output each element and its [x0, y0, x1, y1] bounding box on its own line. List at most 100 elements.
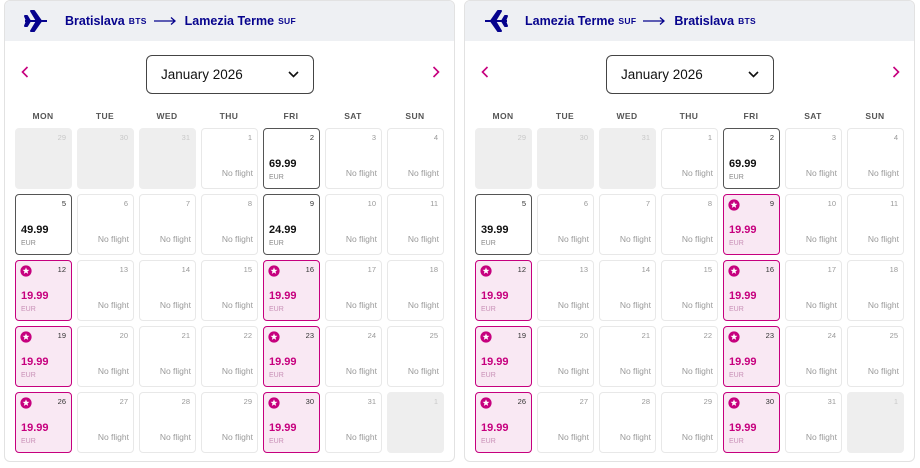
calendar-day: 8 No flight [661, 194, 718, 255]
day-number: 28 [181, 397, 190, 406]
chevron-down-icon [288, 71, 299, 78]
no-flight-label: No flight [345, 234, 377, 244]
day-number: 12 [57, 265, 66, 274]
day-number: 30 [579, 133, 588, 142]
calendar-day-outside-month: 1 [847, 392, 904, 453]
calendar-day[interactable]: 12 19.99 EUR [475, 260, 532, 321]
no-flight-label: No flight [867, 366, 899, 376]
day-number: 30 [305, 397, 314, 406]
fare-currency: EUR [729, 174, 744, 181]
calendar-day[interactable]: 19 19.99 EUR [15, 326, 72, 387]
day-number: 29 [517, 133, 526, 142]
month-select-value: January 2026 [161, 67, 243, 82]
no-flight-label: No flight [221, 432, 253, 442]
day-number: 25 [429, 331, 438, 340]
weekday-label: TUE [555, 111, 575, 121]
day-number: 21 [181, 331, 190, 340]
calendar-day[interactable]: 30 19.99 EUR [723, 392, 780, 453]
previous-month-button[interactable] [15, 61, 35, 83]
day-number: 1 [707, 133, 712, 142]
calendar-day: 27 No flight [537, 392, 594, 453]
calendar-day-outside-month: 1 [387, 392, 444, 453]
fare-currency: EUR [21, 372, 36, 379]
calendar-day: 20 No flight [537, 326, 594, 387]
calendar-day[interactable]: 26 19.99 EUR [15, 392, 72, 453]
month-select[interactable]: January 2026 [606, 55, 774, 94]
chevron-left-icon [21, 66, 29, 78]
no-flight-label: No flight [97, 366, 129, 376]
no-flight-label: No flight [619, 300, 651, 310]
calendar-day-outside-month: 31 [139, 128, 196, 189]
day-number: 19 [517, 331, 526, 340]
fare-price: 19.99 [21, 422, 49, 434]
weekday-label: FRI [743, 111, 759, 121]
star-badge-icon [728, 199, 740, 211]
calendar-day[interactable]: 2 69.99 EUR [723, 128, 780, 189]
calendar-day[interactable]: 23 19.99 EUR [723, 326, 780, 387]
month-select[interactable]: January 2026 [146, 55, 314, 94]
calendar-day: 13 No flight [537, 260, 594, 321]
no-flight-label: No flight [805, 300, 837, 310]
calendar-day: 17 No flight [325, 260, 382, 321]
next-month-button[interactable] [886, 61, 906, 83]
calendar-day: 3 No flight [325, 128, 382, 189]
no-flight-label: No flight [345, 168, 377, 178]
no-flight-label: No flight [805, 168, 837, 178]
fare-price: 19.99 [481, 290, 509, 302]
no-flight-label: No flight [221, 366, 253, 376]
fare-currency: EUR [481, 306, 496, 313]
calendar-day: 14 No flight [139, 260, 196, 321]
day-number: 4 [893, 133, 898, 142]
calendar-day[interactable]: 5 39.99 EUR [475, 194, 532, 255]
calendar-day[interactable]: 9 24.99 EUR [263, 194, 320, 255]
calendar-day[interactable]: 30 19.99 EUR [263, 392, 320, 453]
no-flight-label: No flight [159, 366, 191, 376]
calendar-day[interactable]: 5 49.99 EUR [15, 194, 72, 255]
day-number: 18 [889, 265, 898, 274]
calendar-day[interactable]: 19 19.99 EUR [475, 326, 532, 387]
no-flight-label: No flight [407, 366, 439, 376]
arrow-right-icon [643, 17, 666, 25]
fare-price: 19.99 [729, 422, 757, 434]
calendar-day[interactable]: 26 19.99 EUR [475, 392, 532, 453]
calendar-day: 24 No flight [325, 326, 382, 387]
calendar-day[interactable]: 9 19.99 EUR [723, 194, 780, 255]
calendar-day[interactable]: 2 69.99 EUR [263, 128, 320, 189]
day-number: 16 [765, 265, 774, 274]
calendar-day: 29 No flight [661, 392, 718, 453]
no-flight-label: No flight [557, 300, 589, 310]
fare-price: 19.99 [21, 356, 49, 368]
fare-currency: EUR [729, 438, 744, 445]
fare-currency: EUR [481, 240, 496, 247]
calendar-day: 25 No flight [847, 326, 904, 387]
day-number: 25 [889, 331, 898, 340]
fare-price: 19.99 [481, 422, 509, 434]
calendar-day: 6 No flight [537, 194, 594, 255]
calendar-day[interactable]: 16 19.99 EUR [723, 260, 780, 321]
calendar-day: 8 No flight [201, 194, 258, 255]
weekday-label: THU [219, 111, 239, 121]
calendar-day[interactable]: 16 19.99 EUR [263, 260, 320, 321]
next-month-button[interactable] [426, 61, 446, 83]
fare-currency: EUR [481, 372, 496, 379]
previous-month-button[interactable] [475, 61, 495, 83]
day-number: 17 [367, 265, 376, 274]
day-number: 1 [893, 397, 898, 406]
fare-currency: EUR [269, 438, 284, 445]
calendar-day: 11 No flight [847, 194, 904, 255]
calendar-day-outside-month: 29 [475, 128, 532, 189]
no-flight-label: No flight [619, 432, 651, 442]
chevron-left-icon [481, 66, 489, 78]
fare-price: 24.99 [269, 224, 297, 236]
day-number: 23 [305, 331, 314, 340]
weekday-label: MON [492, 111, 514, 121]
weekday-label: TUE [95, 111, 115, 121]
calendar-day: 22 No flight [201, 326, 258, 387]
day-number: 14 [181, 265, 190, 274]
calendar-day[interactable]: 12 19.99 EUR [15, 260, 72, 321]
fare-currency: EUR [21, 240, 36, 247]
calendar-day[interactable]: 23 19.99 EUR [263, 326, 320, 387]
fare-currency: EUR [21, 438, 36, 445]
no-flight-label: No flight [805, 234, 837, 244]
no-flight-label: No flight [557, 234, 589, 244]
